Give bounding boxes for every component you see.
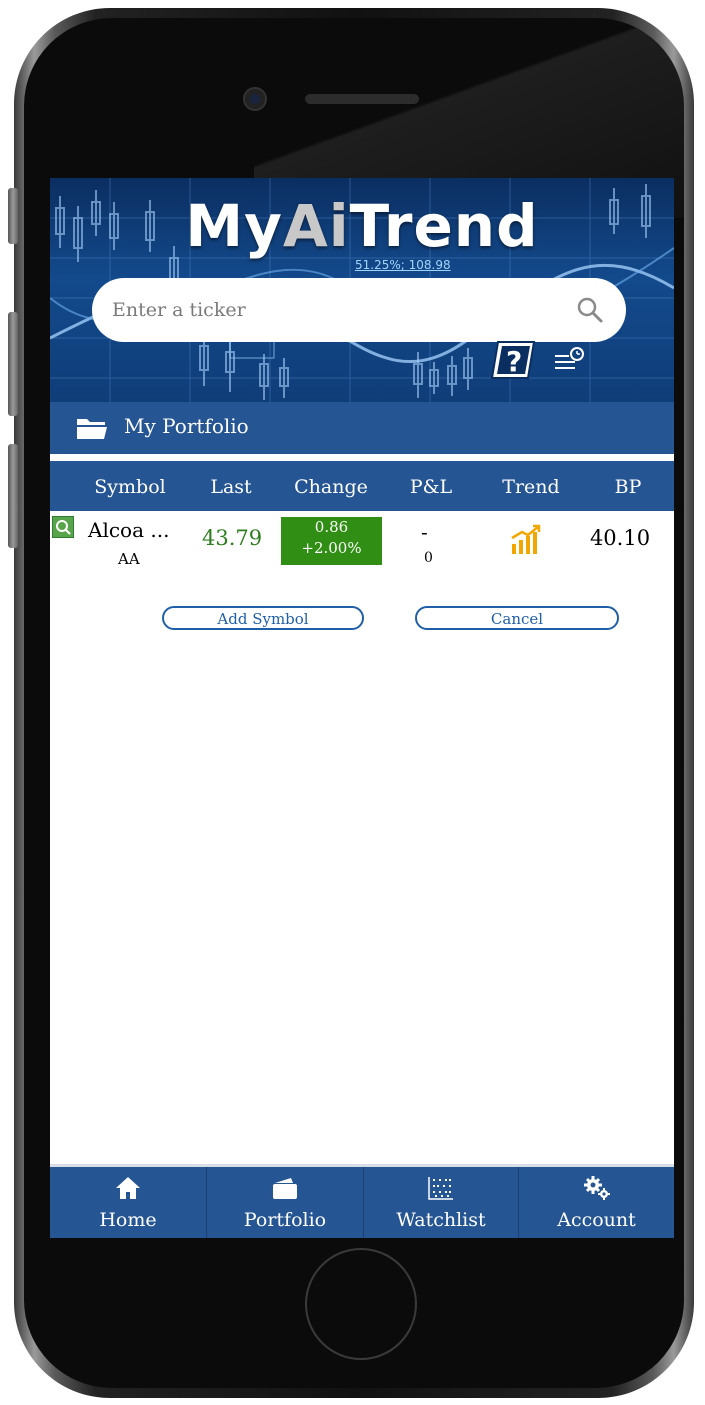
change-badge: 0.86 +2.00% (281, 517, 382, 565)
nav-home-label: Home (99, 1209, 157, 1231)
stock-name: Alcoa ... (88, 518, 170, 542)
front-camera (243, 87, 267, 111)
folder-icon (77, 419, 107, 439)
svg-text:?: ? (506, 345, 522, 378)
header-divider (50, 454, 674, 459)
bottom-nav: Home Portfolio Watchlist Account (50, 1164, 674, 1238)
pl-value: - (421, 520, 428, 544)
banner-overlay-text: 51.25%; 108.98 (355, 258, 451, 272)
search-bar[interactable] (92, 278, 626, 342)
nav-home[interactable]: Home (50, 1167, 206, 1238)
nav-watchlist[interactable]: Watchlist (364, 1167, 518, 1238)
trend-up-bars-icon[interactable] (510, 524, 542, 556)
portfolio-header[interactable]: My Portfolio (50, 402, 674, 454)
dots-grid-icon (428, 1177, 453, 1200)
app-logo: MyAiTrend (50, 192, 674, 260)
portfolio-title: My Portfolio (124, 414, 249, 438)
change-percent: +2.00% (301, 539, 362, 557)
mute-switch (8, 188, 18, 244)
stock-symbol: AA (118, 550, 140, 568)
table-row[interactable]: Alcoa ... AA 43.79 0.86 +2.00% - 0 40.10 (50, 512, 674, 572)
add-symbol-button[interactable]: Add Symbol (162, 606, 364, 630)
nav-watchlist-label: Watchlist (396, 1209, 486, 1231)
col-header-symbol[interactable]: Symbol (94, 476, 165, 498)
logo-word-trend: Trend (349, 192, 539, 260)
app-screen: MyAiTrend 51.25%; 108.98 ? (50, 178, 674, 1238)
home-icon (116, 1177, 140, 1199)
search-icon[interactable] (576, 296, 604, 324)
bp-value: 40.10 (589, 526, 651, 550)
history-menu-icon[interactable] (553, 346, 585, 376)
volume-down-button (8, 444, 18, 548)
gears-icon (583, 1176, 610, 1200)
change-value: 0.86 (314, 518, 349, 536)
stock-detail-icon[interactable] (52, 516, 74, 538)
cancel-button[interactable]: Cancel (415, 606, 619, 630)
home-hardware-button[interactable] (305, 1248, 417, 1360)
pl-quantity: 0 (424, 550, 433, 566)
header-banner: MyAiTrend 51.25%; 108.98 ? (50, 178, 674, 402)
nav-account[interactable]: Account (519, 1167, 674, 1238)
last-price: 43.79 (202, 526, 263, 550)
help-icon[interactable]: ? (490, 338, 540, 382)
col-header-change[interactable]: Change (294, 476, 368, 498)
col-header-last[interactable]: Last (210, 476, 251, 498)
logo-word-my: My (185, 192, 283, 260)
nav-portfolio-label: Portfolio (243, 1209, 327, 1231)
search-input[interactable] (110, 294, 554, 326)
nav-account-label: Account (557, 1209, 636, 1231)
col-header-bp[interactable]: BP (615, 476, 642, 498)
col-header-trend[interactable]: Trend (502, 476, 559, 498)
volume-up-button (8, 312, 18, 416)
table-header: Symbol Last Change P&L Trend BP (50, 461, 674, 511)
col-header-pl[interactable]: P&L (410, 476, 452, 498)
nav-portfolio[interactable]: Portfolio (207, 1167, 363, 1238)
logo-word-ai: Ai (282, 192, 350, 260)
earpiece-speaker (305, 94, 419, 104)
wallet-icon (273, 1178, 297, 1199)
